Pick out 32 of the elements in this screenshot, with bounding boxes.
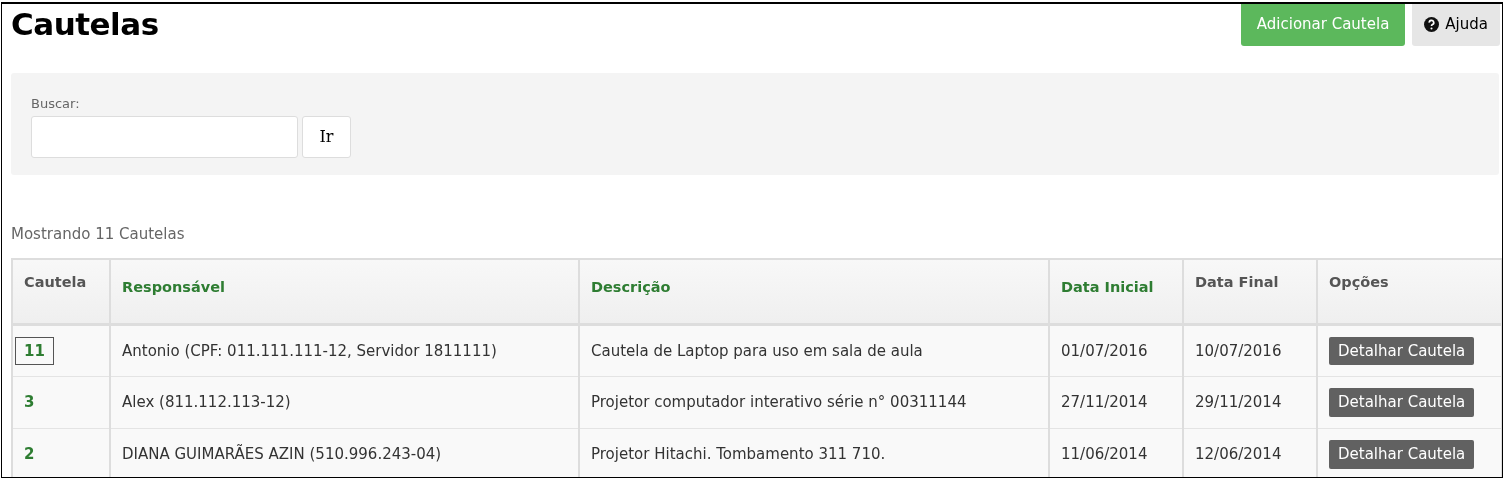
details-button[interactable]: Detalhar Cautela xyxy=(1329,336,1475,366)
table-cell: Projetor computador interativo série n° 00311144 xyxy=(579,376,1049,429)
search-field[interactable] xyxy=(31,115,298,158)
add-button[interactable]: Adicionar Cautela xyxy=(1240,4,1406,46)
id-link[interactable]: 3 xyxy=(15,388,44,417)
table-cell: 12/06/2014 xyxy=(1183,428,1317,477)
go-button[interactable]: Ir xyxy=(302,115,351,158)
result-count: Mostrando 11 Cautelas xyxy=(11,224,186,246)
table-cell: Cautela de Laptop para uso em sala de aula xyxy=(579,324,1049,377)
column-header: Cautela xyxy=(12,258,110,325)
column-header: Opções xyxy=(1317,258,1502,325)
sort-header[interactable]: Descrição xyxy=(579,258,1049,325)
table-cell: 27/11/2014 xyxy=(1049,376,1183,429)
table-cell: Alex (811.112.113-12) xyxy=(110,376,579,429)
id-link[interactable]: 2 xyxy=(15,440,44,469)
sort-header[interactable]: Responsável xyxy=(110,258,579,325)
table-cell: 29/11/2014 xyxy=(1183,376,1317,429)
table-cell: 10/07/2016 xyxy=(1183,324,1317,377)
help-icon xyxy=(1424,16,1440,32)
details-button[interactable]: Detalhar Cautela xyxy=(1329,388,1475,417)
help-button[interactable]: Ajuda xyxy=(1412,4,1500,46)
table-cell: DIANA GUIMARÃES AZIN (510.996.243-04) xyxy=(110,428,579,477)
column-header: Data Final xyxy=(1183,258,1317,325)
table-cell: 01/07/2016 xyxy=(1049,324,1183,377)
table-cell: Antonio (CPF: 011.111.111-12, Servidor 1811111) xyxy=(110,324,579,377)
table-cell: 11/06/2014 xyxy=(1049,428,1183,477)
details-button[interactable]: Detalhar Cautela xyxy=(1329,440,1475,469)
table-cell: Projetor Hitachi. Tombamento 311 710. xyxy=(579,428,1049,477)
id-link[interactable]: 11 xyxy=(15,336,54,365)
search-label: Buscar: xyxy=(31,95,81,114)
sort-header[interactable]: Data Inicial xyxy=(1049,258,1183,325)
page-title: Cautelas xyxy=(11,6,159,44)
